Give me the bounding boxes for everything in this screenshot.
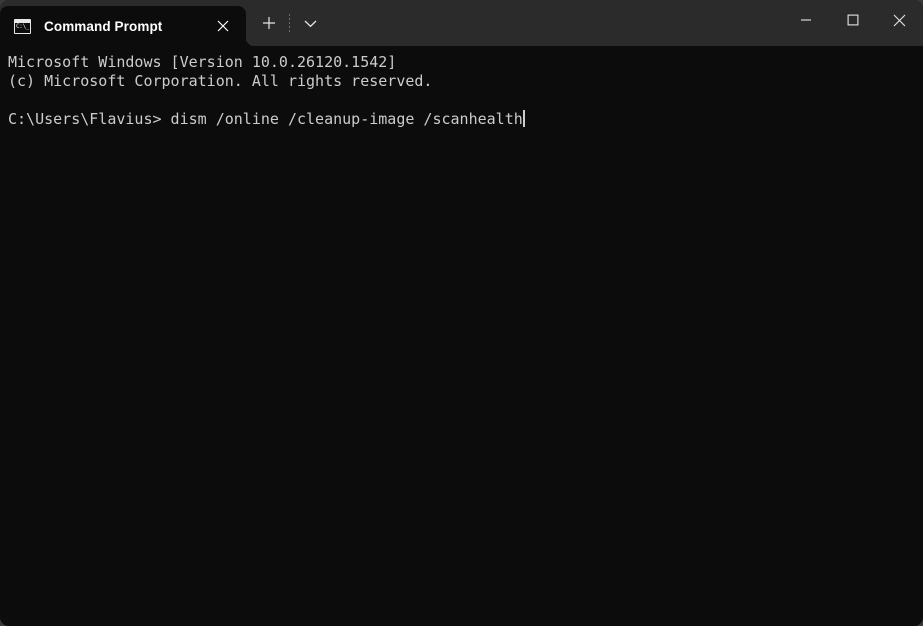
text-cursor [522, 110, 525, 127]
console-line: Microsoft Windows [Version 10.0.26120.15… [8, 53, 397, 71]
tab-strip: C:\_ Command Prompt [0, 0, 254, 46]
minimize-button[interactable] [782, 0, 829, 40]
minimize-icon [800, 19, 811, 21]
tab-command-prompt[interactable]: C:\_ Command Prompt [0, 6, 254, 46]
console-line: (c) Microsoft Corporation. All rights re… [8, 72, 433, 90]
terminal-body[interactable]: Microsoft Windows [Version 10.0.26120.15… [0, 46, 923, 626]
icon-prompt-glyph: C:\_ [16, 23, 29, 30]
command-prompt-icon: C:\_ [14, 18, 31, 34]
chevron-down-icon [304, 20, 316, 27]
title-bar[interactable]: C:\_ Command Prompt [0, 0, 923, 46]
new-tab-button[interactable] [252, 6, 286, 40]
tab-title: Command Prompt [44, 18, 163, 34]
plus-icon [263, 17, 275, 29]
console-line: C:\Users\Flavius> dism /online /cleanup-… [8, 110, 523, 128]
command-prompt-window: C:\_ Command Prompt Microsoft Windows [V… [0, 0, 923, 626]
console-output: Microsoft Windows [Version 10.0.26120.15… [8, 53, 923, 129]
maximize-icon [847, 14, 858, 26]
close-window-button[interactable] [876, 0, 923, 40]
tab-dropdown-button[interactable] [293, 6, 327, 40]
maximize-button[interactable] [829, 0, 876, 40]
tab-actions [246, 0, 327, 46]
close-icon [217, 20, 229, 32]
window-controls [782, 0, 923, 46]
close-tab-button[interactable] [208, 11, 238, 41]
close-icon [893, 14, 906, 26]
tab-actions-separator [289, 14, 290, 32]
